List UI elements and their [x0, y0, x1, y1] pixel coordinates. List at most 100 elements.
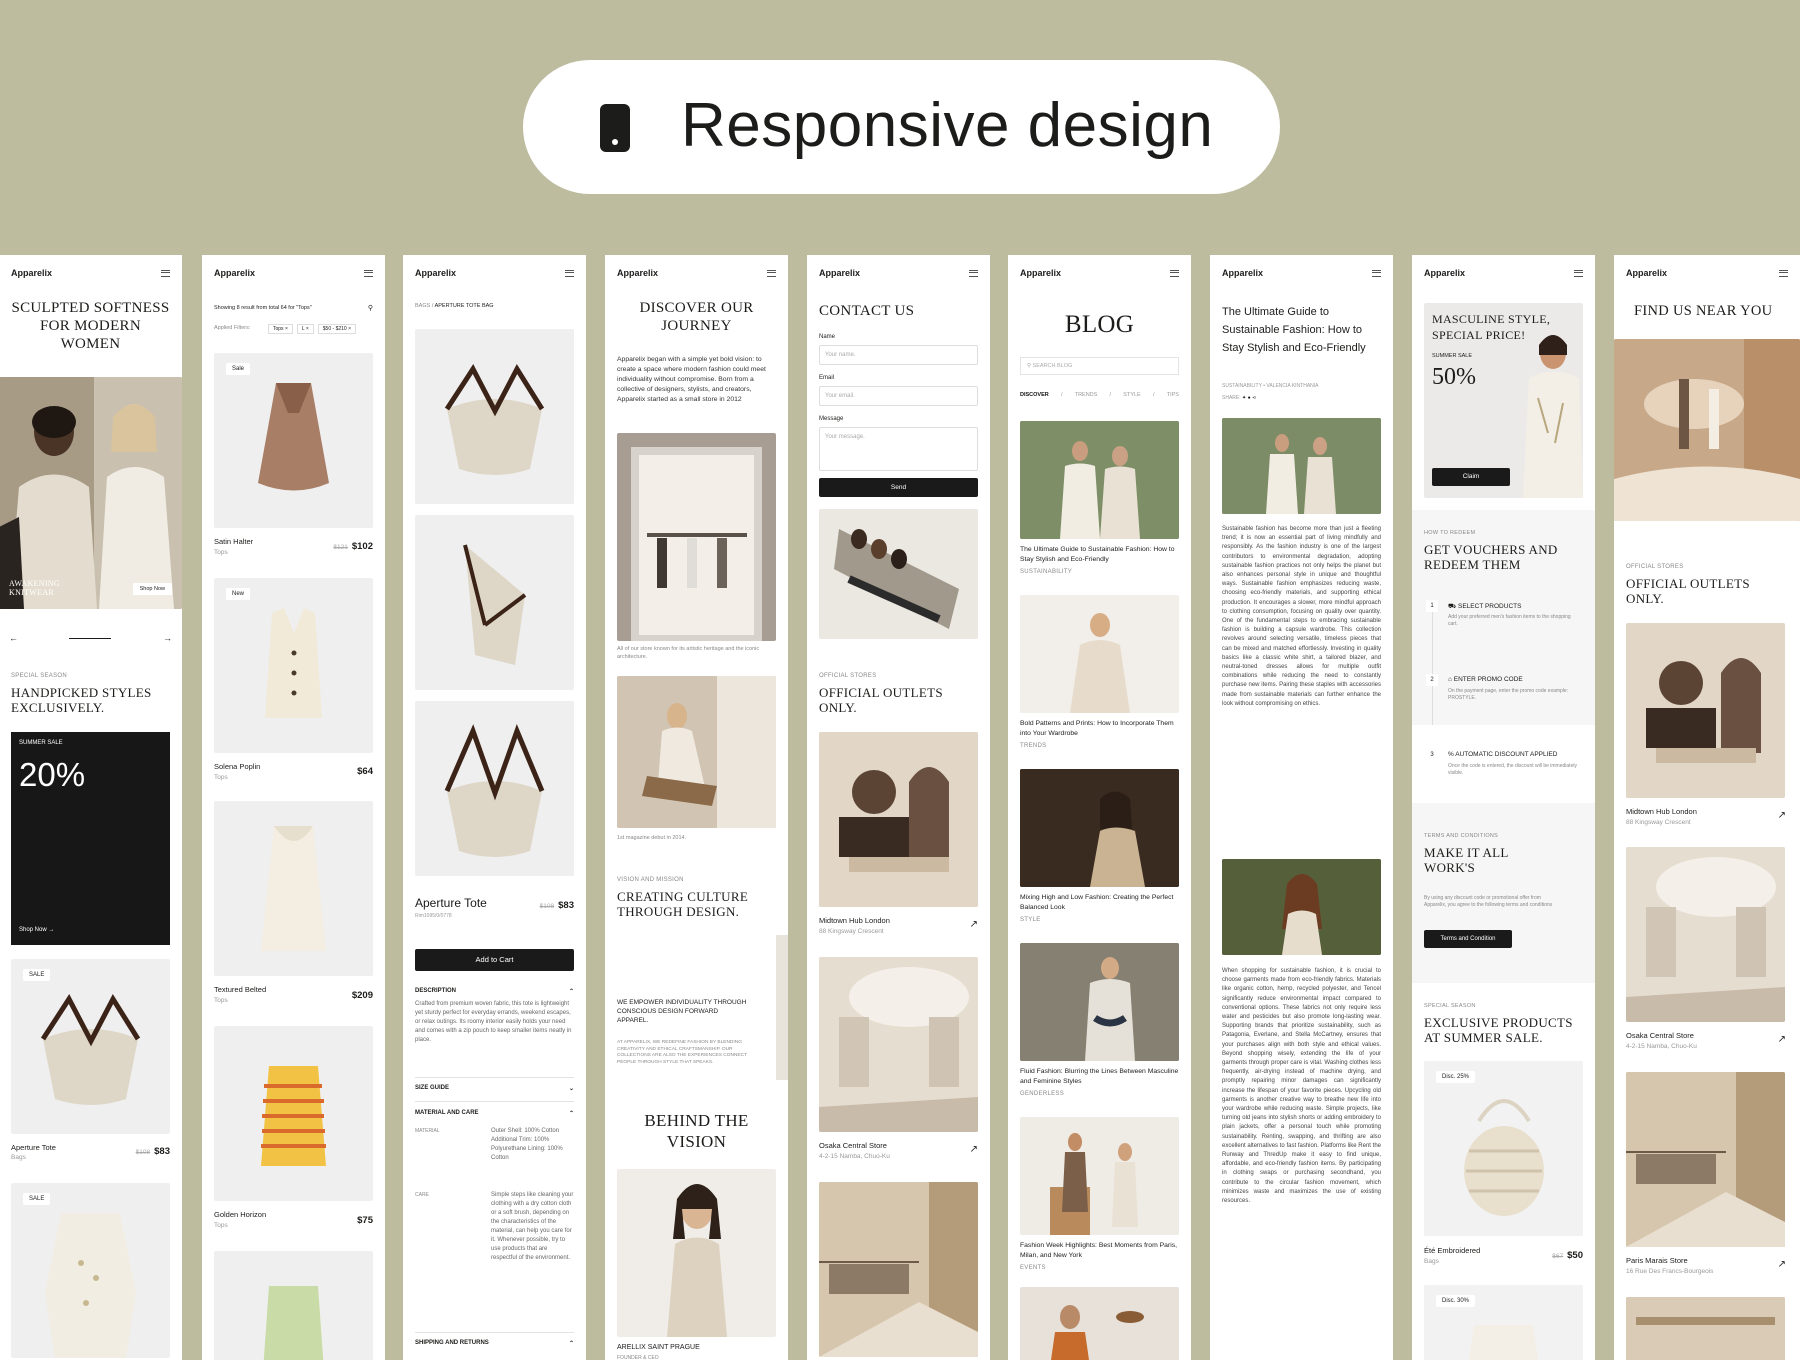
breadcrumb-item[interactable]: BAGS: [415, 303, 430, 309]
brand-logo[interactable]: Apparelix: [617, 268, 658, 278]
brand-logo[interactable]: Apparelix: [1222, 268, 1263, 278]
arrow-up-right-icon[interactable]: ↗: [970, 919, 978, 930]
store-image[interactable]: [1626, 847, 1785, 1022]
store-image[interactable]: [1626, 1072, 1785, 1247]
brand-logo[interactable]: Apparelix: [11, 268, 52, 278]
filter-chip[interactable]: L ×: [296, 324, 314, 334]
product-gallery-image[interactable]: [415, 515, 574, 690]
product-name[interactable]: Solena Poplin: [214, 762, 260, 771]
shipping-accordion-header[interactable]: SHIPPING AND RETURNS ⌃: [415, 1340, 574, 1347]
promo-shop-now-link[interactable]: Shop Now →: [19, 927, 54, 933]
carousel-next-arrow[interactable]: →: [163, 633, 172, 643]
carousel-prev-arrow[interactable]: ←: [9, 633, 18, 643]
product-gallery-image[interactable]: [415, 701, 574, 876]
facebook-icon[interactable]: ●: [1248, 395, 1251, 401]
product-card-image[interactable]: New: [214, 578, 373, 753]
blog-post-image[interactable]: [1020, 595, 1179, 713]
send-button[interactable]: Send: [819, 478, 978, 497]
product-name[interactable]: Été Embroidered: [1424, 1246, 1480, 1255]
tab-trends[interactable]: TRENDS: [1075, 392, 1098, 398]
product-category: Tops: [214, 997, 228, 1004]
menu-icon[interactable]: [1372, 269, 1381, 277]
name-input[interactable]: Your name.: [819, 345, 978, 365]
product-card-image[interactable]: Disc. 30%: [1424, 1285, 1583, 1360]
share-icon[interactable]: ⋖: [1252, 395, 1256, 401]
brand-logo[interactable]: Apparelix: [1626, 268, 1667, 278]
tab-tips[interactable]: TIPS: [1167, 392, 1179, 398]
blog-post-title[interactable]: Fluid Fashion: Blurring the Lines Betwee…: [1020, 1067, 1179, 1086]
brand-logo[interactable]: Apparelix: [1020, 268, 1061, 278]
twitter-icon[interactable]: ✦: [1242, 395, 1246, 401]
blog-search-input[interactable]: ⚲ SEARCH BLOG: [1020, 357, 1179, 375]
blog-post-image[interactable]: [1020, 1117, 1179, 1235]
store-image[interactable]: [819, 732, 978, 907]
message-textarea[interactable]: Your message.: [819, 427, 978, 471]
arrow-up-right-icon[interactable]: ↗: [1778, 1259, 1786, 1270]
brand-logo[interactable]: Apparelix: [214, 268, 255, 278]
tab-discover[interactable]: DISCOVER: [1020, 392, 1049, 398]
arrow-up-right-icon[interactable]: ↗: [1778, 1034, 1786, 1045]
filter-chip[interactable]: Tops ×: [268, 324, 293, 334]
menu-icon[interactable]: [767, 269, 776, 277]
product-card-image[interactable]: SALE: [11, 1183, 170, 1358]
product-title: Aperture Tote: [415, 896, 487, 910]
blog-post-title[interactable]: The Ultimate Guide to Sustainable Fashio…: [1020, 545, 1179, 564]
product-name[interactable]: Satin Halter: [214, 537, 253, 546]
brand-logo[interactable]: Apparelix: [1424, 268, 1465, 278]
search-placeholder: SEARCH BLOG: [1032, 363, 1073, 369]
store-image[interactable]: [1626, 1297, 1785, 1360]
material-accordion-header[interactable]: MATERIAL AND CARE ⌃: [415, 1110, 574, 1117]
menu-icon[interactable]: [1574, 269, 1583, 277]
product-card-image[interactable]: [214, 801, 373, 976]
product-name[interactable]: Aperture Tote: [11, 1143, 56, 1152]
filter-chip[interactable]: $50 - $210 ×: [317, 324, 356, 334]
menu-icon[interactable]: [969, 269, 978, 277]
product-card-image[interactable]: [214, 1251, 373, 1360]
menu-icon[interactable]: [1779, 269, 1788, 277]
product-card-image[interactable]: SALE: [11, 959, 170, 1134]
blog-post-title[interactable]: Fashion Week Highlights: Best Moments fr…: [1020, 1241, 1179, 1260]
product-gallery-image[interactable]: [415, 329, 574, 504]
menu-icon[interactable]: [1170, 269, 1179, 277]
blog-post-tag: STYLE: [1020, 917, 1041, 923]
size-guide-accordion-header[interactable]: SIZE GUIDE ⌄: [415, 1085, 574, 1092]
blog-post-title[interactable]: Bold Patterns and Prints: How to Incorpo…: [1020, 719, 1179, 738]
blog-post-image[interactable]: [1020, 943, 1179, 1061]
blog-post-image[interactable]: [1020, 421, 1179, 539]
product-card-image[interactable]: Sale: [214, 353, 373, 528]
product-name[interactable]: Textured Belted: [214, 985, 266, 994]
arrow-up-right-icon[interactable]: ↗: [970, 1144, 978, 1155]
menu-icon[interactable]: [161, 269, 170, 277]
product-card-image[interactable]: [214, 1026, 373, 1201]
header: Apparelix: [1008, 255, 1191, 291]
blog-post-title[interactable]: Mixing High and Low Fashion: Creating th…: [1020, 893, 1179, 912]
blog-post-image[interactable]: [1020, 769, 1179, 887]
tab-style[interactable]: STYLE: [1123, 392, 1140, 398]
claim-button[interactable]: Claim: [1432, 468, 1510, 486]
description-accordion-header[interactable]: DESCRIPTION ⌃: [415, 988, 574, 995]
add-to-cart-button[interactable]: Add to Cart: [415, 949, 574, 971]
promo-card[interactable]: SUMMER SALE 20% Shop Now →: [11, 732, 170, 945]
email-input[interactable]: Your email.: [819, 386, 978, 406]
brand-logo[interactable]: Apparelix: [415, 268, 456, 278]
menu-icon[interactable]: [364, 269, 373, 277]
terms-button[interactable]: Terms and Condition: [1424, 930, 1512, 948]
store-image[interactable]: [819, 957, 978, 1132]
arrow-up-right-icon[interactable]: ↗: [1778, 810, 1786, 821]
store-name[interactable]: Osaka Central Store: [1626, 1031, 1694, 1040]
store-name[interactable]: Osaka Central Store: [819, 1141, 887, 1150]
store-name[interactable]: Midtown Hub London: [819, 916, 890, 925]
store-image[interactable]: [819, 1182, 978, 1357]
hero-shop-now-button[interactable]: Shop Now: [132, 583, 172, 595]
store-image[interactable]: [1626, 623, 1785, 798]
menu-icon[interactable]: [565, 269, 574, 277]
product-name[interactable]: Golden Horizon: [214, 1210, 266, 1219]
store-name[interactable]: Midtown Hub London: [1626, 807, 1697, 816]
header: Apparelix: [0, 255, 182, 291]
filter-icon[interactable]: ⚲: [368, 304, 373, 312]
product-card-image[interactable]: Disc. 25%: [1424, 1061, 1583, 1236]
brand-logo[interactable]: Apparelix: [819, 268, 860, 278]
blog-post-image[interactable]: [1020, 1287, 1179, 1360]
store-name[interactable]: Paris Marais Store: [1626, 1256, 1688, 1265]
old-price: $108: [539, 903, 555, 910]
